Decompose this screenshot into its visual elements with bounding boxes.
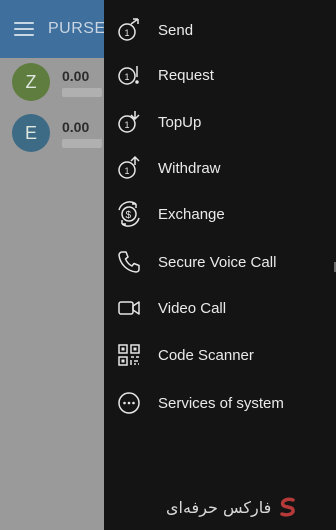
video-camera-icon	[116, 295, 142, 321]
purse-row[interactable]: Z 0.00	[0, 56, 110, 108]
menu-item-video-call[interactable]: Video Call	[104, 285, 336, 331]
menu-item-secure-voice-call[interactable]: Secure Voice Call	[104, 239, 336, 285]
menu-item-label: Exchange	[158, 205, 225, 223]
purse-amount: 0.00	[62, 67, 90, 84]
menu-item-label: Send	[158, 21, 194, 39]
qr-code-icon	[116, 342, 142, 368]
menu-item-label: TopUp	[158, 113, 202, 131]
exchange-icon: $	[116, 201, 142, 227]
menu-item-label: Request	[158, 66, 214, 84]
menu-item-label: Secure Voice Call	[158, 253, 277, 271]
menu-item-withdraw[interactable]: 1 Withdraw	[104, 145, 336, 191]
purse-subtitle-blurred	[62, 87, 102, 97]
more-dots-icon	[116, 390, 142, 416]
menu-item-label: Video Call	[158, 299, 227, 317]
send-coin-icon: 1	[116, 17, 142, 43]
navigation-drawer: 1 Send 1 Request 1 TopUp 1 Withdraw $ Ex…	[104, 0, 336, 530]
svg-text:1: 1	[125, 28, 130, 38]
menu-item-label: Withdraw	[158, 159, 221, 177]
app-title: PURSE	[48, 20, 106, 37]
menu-item-send[interactable]: 1 Send	[104, 7, 336, 53]
menu-item-label: Code Scanner	[158, 346, 254, 364]
avatar: E	[12, 114, 50, 152]
svg-text:1: 1	[125, 120, 130, 130]
svg-text:1: 1	[125, 166, 130, 176]
menu-item-services-of-system[interactable]: Services of system	[104, 380, 336, 426]
svg-text:$: $	[126, 210, 132, 221]
menu-item-label: Services of system	[158, 394, 284, 412]
watermark-logo-icon	[280, 497, 296, 517]
withdraw-coin-icon: 1	[116, 155, 142, 181]
purse-amount: 0.00	[62, 118, 90, 135]
avatar: Z	[12, 63, 50, 101]
request-coin-icon: 1	[116, 62, 142, 88]
menu-icon[interactable]	[14, 22, 34, 36]
svg-text:1: 1	[125, 72, 130, 82]
phone-icon	[116, 249, 142, 275]
menu-item-exchange[interactable]: $ Exchange	[104, 191, 336, 237]
purse-subtitle-blurred	[62, 138, 102, 148]
menu-item-topup[interactable]: 1 TopUp	[104, 99, 336, 145]
watermark-text: فارکس حرفه‌ای	[166, 497, 272, 517]
menu-item-code-scanner[interactable]: Code Scanner	[104, 332, 336, 378]
purse-row[interactable]: E 0.00	[0, 107, 110, 159]
watermark: فارکس حرفه‌ای	[166, 494, 326, 520]
topup-coin-icon: 1	[116, 109, 142, 135]
menu-item-request[interactable]: 1 Request	[104, 52, 336, 98]
